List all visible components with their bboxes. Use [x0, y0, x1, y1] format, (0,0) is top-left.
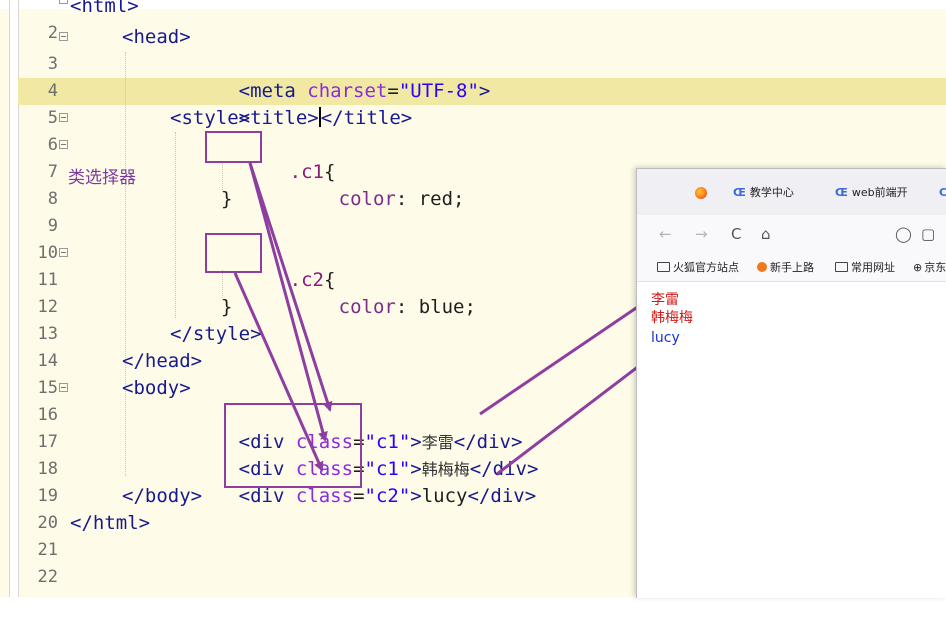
tab-web-frontend[interactable]: Œweb前端开 [835, 181, 908, 205]
code-token: <body> [122, 377, 191, 399]
shield-icon[interactable]: ◯ [895, 225, 912, 243]
bookmark-jd[interactable]: ⊕ 京东 [913, 259, 946, 275]
fold-icon[interactable] [59, 248, 68, 257]
code-line-8: 8 color: red; [0, 159, 465, 210]
code-text: lucy [421, 485, 468, 507]
code-line-14: 14 </style> [0, 321, 262, 371]
code-token: <div [238, 485, 285, 507]
fold-icon[interactable] [59, 32, 68, 41]
code-line-9: 9 } [0, 186, 233, 236]
code-token: "c2" [364, 485, 411, 507]
code-line-11: 11 .c2{ [0, 240, 335, 291]
code-line-18: 18 <div class="c1">韩梅梅</div> [0, 429, 539, 480]
code-token: <style> [170, 107, 251, 129]
code-line-17: 17 <div class="c1">李雷</div> [0, 402, 523, 453]
navigation-bar: ← → C ⌂ ◯ ▢ [637, 215, 946, 255]
selector-c2-box [205, 233, 262, 273]
bookmark-common-sites[interactable]: 常用网址 [835, 259, 895, 275]
cc-icon: Œ [733, 186, 746, 199]
code-token: <html> [70, 0, 139, 17]
tab-teaching-center[interactable]: Œ 教学中心 [733, 181, 794, 205]
code-line-4: 4 <meta charset="UTF-8"> [0, 51, 491, 102]
code-line-19: 19 <div class="c2">lucy</div> [0, 456, 537, 507]
code-line-13: 13 } [0, 294, 233, 344]
forward-icon[interactable]: → [695, 225, 708, 243]
line-number: 22 [37, 567, 58, 587]
bookmarks-bar: 火狐官方站点 新手上路 常用网址 ⊕ 京东 [637, 255, 946, 282]
bookmark-label: 京东 [924, 261, 946, 274]
class-attributes-box [224, 403, 362, 488]
code-line-5: 5 <title> </title> [0, 78, 412, 129]
reload-icon[interactable]: C [731, 225, 741, 243]
tab-label: 教学中心 [749, 186, 794, 199]
firefox-icon[interactable] [695, 187, 707, 199]
code-token: > [410, 485, 422, 507]
page-icon[interactable]: ▢ [921, 225, 935, 243]
code-token: </head> [122, 350, 203, 372]
code-token: > [478, 80, 491, 102]
code-token: = [353, 485, 365, 507]
css-property: color [338, 188, 396, 210]
code-token: </title> [320, 107, 413, 129]
tab-partial[interactable]: C [939, 181, 946, 205]
page-content: 李雷 韩梅梅 lucy [637, 282, 946, 598]
tab-bar: Œ教学中心 Œweb前端开 C [637, 169, 946, 215]
code-token: <head> [122, 26, 191, 48]
class-selector-annotation: 类选择器 [68, 168, 136, 188]
indent-guide [175, 132, 176, 318]
code-token: </body> [122, 485, 203, 507]
code-token: : red; [395, 188, 465, 210]
code-token: <title> [238, 107, 319, 129]
bookmark-label: 常用网址 [851, 261, 895, 274]
selector-c1-box [205, 131, 262, 163]
bookmark-label: 火狐官方站点 [673, 261, 739, 274]
code-line-10: 10 [0, 213, 58, 263]
bookmark-label: 新手上路 [770, 261, 814, 274]
code-line-7: 7 .c1{ [0, 132, 335, 183]
fold-icon[interactable] [59, 0, 68, 4]
cc-icon: C [939, 181, 946, 205]
tab-label: web前端开 [851, 186, 908, 199]
editor-top-edge [0, 0, 946, 9]
code-token: </html> [70, 512, 151, 534]
code-token: class [295, 485, 354, 507]
bookmark-firefox-official[interactable]: 火狐官方站点 [657, 259, 739, 275]
bookmark-getting-started[interactable]: 新手上路 [757, 259, 814, 275]
code-line-21: 21 </html> [0, 510, 151, 560]
code-line-2: 2 <html> [0, 0, 139, 43]
code-line-15: 15 </head> [0, 348, 203, 398]
code-line-22: 22 [0, 537, 58, 587]
code-line-6: 6 <style> [0, 105, 250, 155]
home-icon[interactable]: ⌂ [761, 225, 771, 243]
fold-icon[interactable] [59, 383, 68, 392]
firefox-icon [757, 262, 767, 272]
code-token: : blue; [395, 296, 476, 318]
fold-icon[interactable] [59, 140, 68, 149]
indent-guide [125, 52, 126, 476]
code-token: } [221, 188, 233, 210]
css-property: color [338, 296, 396, 318]
code-line-3: 3 <head> [0, 24, 191, 74]
output-lucy: lucy [651, 330, 680, 346]
browser-window[interactable]: Œ教学中心 Œweb前端开 C ← → C ⌂ ◯ ▢ 火狐官方站点 新手上路 … [636, 168, 946, 598]
code-line-12: 12 color: blue; [0, 267, 476, 318]
back-icon[interactable]: ← [659, 225, 672, 243]
folder-icon [835, 262, 848, 272]
output-li-lei: 李雷 [651, 292, 679, 308]
code-token: } [221, 296, 233, 318]
code-token: </div> [467, 485, 537, 507]
globe-icon: ⊕ [913, 261, 923, 274]
folder-icon [657, 262, 670, 272]
code-token: </style> [170, 323, 262, 345]
cc-icon: Œ [835, 186, 848, 199]
code-line-16: 16 <body> [0, 375, 191, 425]
code-line-20: 20 </body> [0, 483, 203, 533]
fold-icon[interactable] [59, 113, 68, 122]
output-han-meimei: 韩梅梅 [651, 310, 693, 326]
